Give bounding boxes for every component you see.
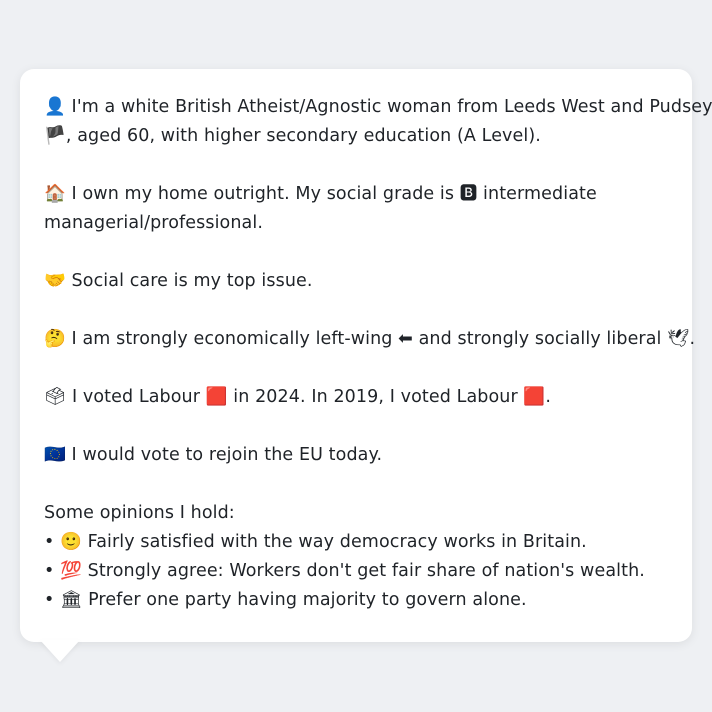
persona-description: 👤 I'm a white British Atheist/Agnostic w… bbox=[44, 93, 712, 615]
bubble-tail bbox=[40, 640, 80, 662]
voting-history-paragraph: 🗳 I voted Labour 🟥 in 2024. In 2019, I v… bbox=[44, 383, 668, 412]
ideology-text: 🤔 I am strongly economically left-wing ⬅… bbox=[44, 329, 696, 349]
ideology-paragraph: 🤔 I am strongly economically left-wing ⬅… bbox=[44, 325, 696, 354]
eu-stance-paragraph: 🇪🇺 I would vote to rejoin the EU today. bbox=[44, 441, 668, 470]
top-issue-text: 🤝 Social care is my top issue. bbox=[44, 271, 313, 291]
identity-line-2: 🏴, aged 60, with higher secondary educat… bbox=[44, 126, 541, 146]
opinion-item: • 💯 Strongly agree: Workers don't get fa… bbox=[44, 561, 645, 581]
identity-paragraph: 👤 I'm a white British Atheist/Agnostic w… bbox=[44, 93, 712, 151]
opinions-section: Some opinions I hold: • 🙂 Fairly satisfi… bbox=[44, 499, 668, 615]
opinions-list: • 🙂 Fairly satisfied with the way democr… bbox=[44, 528, 668, 615]
persona-message-bubble: 👤 I'm a white British Atheist/Agnostic w… bbox=[20, 69, 712, 642]
housing-paragraph: 🏠 I own my home outright. My social grad… bbox=[44, 180, 668, 238]
housing-line-2: managerial/professional. bbox=[44, 213, 263, 233]
top-issue-paragraph: 🤝 Social care is my top issue. bbox=[44, 267, 668, 296]
opinions-heading: Some opinions I hold: bbox=[44, 503, 235, 523]
housing-line-1: 🏠 I own my home outright. My social grad… bbox=[44, 184, 597, 204]
opinion-item: • 🏛 Prefer one party having majority to … bbox=[44, 590, 527, 610]
eu-stance-text: 🇪🇺 I would vote to rejoin the EU today. bbox=[44, 445, 383, 465]
identity-line-1: 👤 I'm a white British Atheist/Agnostic w… bbox=[44, 97, 712, 117]
opinion-item: • 🙂 Fairly satisfied with the way democr… bbox=[44, 532, 587, 552]
voting-history-text: 🗳 I voted Labour 🟥 in 2024. In 2019, I v… bbox=[44, 387, 551, 407]
